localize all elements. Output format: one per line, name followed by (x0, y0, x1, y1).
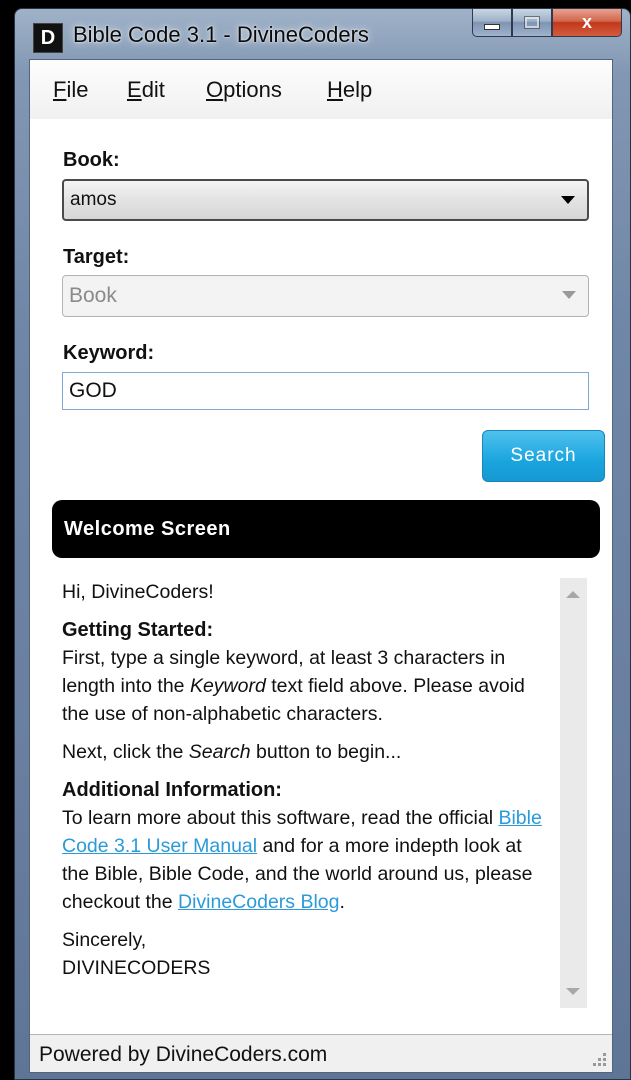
scroll-down-icon[interactable] (566, 988, 580, 995)
close-button[interactable]: x (552, 9, 622, 37)
signoff: Sincerely, (62, 929, 147, 951)
menu-file[interactable]: File (53, 77, 88, 103)
content-scrollbar[interactable] (560, 578, 587, 1008)
book-dropdown-value: amos (70, 189, 117, 210)
welcome-screen-header: Welcome Screen (52, 500, 600, 558)
status-bar: Powered by DivineCoders.com (30, 1034, 612, 1072)
title-bar[interactable]: D Bible Code 3.1 - DivineCoders x (15, 9, 630, 59)
scroll-up-icon[interactable] (566, 591, 580, 598)
menu-edit[interactable]: Edit (127, 77, 165, 103)
book-label: Book: (63, 149, 120, 171)
keyword-label: Keyword: (63, 342, 155, 364)
additional-info-heading: Additional Information: (62, 779, 282, 801)
signature: DIVINECODERS (62, 957, 211, 979)
additional-info-text: To learn more about this software, read … (62, 807, 542, 913)
getting-started-text: First, type a single keyword, at least 3… (62, 647, 525, 725)
dropdown-arrow-icon (561, 196, 575, 204)
maximize-button (512, 9, 552, 37)
window-title: Bible Code 3.1 - DivineCoders (73, 22, 369, 47)
menu-help[interactable]: Help (327, 77, 372, 103)
close-icon: x (581, 12, 592, 32)
target-dropdown-value: Book (69, 284, 117, 307)
minimize-icon (484, 23, 500, 30)
resize-grip-icon[interactable] (590, 1050, 606, 1066)
blog-link[interactable]: DivineCoders Blog (178, 891, 340, 913)
getting-started-heading: Getting Started: (62, 619, 214, 641)
greeting: Hi, DivineCoders! (62, 581, 214, 603)
target-label: Target: (63, 246, 130, 268)
app-logo-icon: D (33, 23, 63, 53)
menu-options[interactable]: Options (206, 77, 282, 103)
next-step-text: Next, click the Search button to begin..… (62, 741, 402, 763)
target-dropdown: Book (62, 275, 589, 317)
window-controls: x (472, 9, 622, 37)
search-button[interactable]: Search (482, 430, 605, 482)
maximize-icon (525, 17, 539, 28)
dropdown-arrow-icon (562, 291, 576, 299)
book-dropdown[interactable]: amos (62, 179, 589, 221)
client-area: File Edit Options Help Book: amos Target… (29, 59, 613, 1073)
status-text: Powered by DivineCoders.com (39, 1043, 328, 1066)
window-frame: D Bible Code 3.1 - DivineCoders x File E… (14, 8, 631, 1080)
minimize-button[interactable] (472, 9, 512, 37)
menu-bar: File Edit Options Help (30, 60, 612, 119)
welcome-content: Hi, DivineCoders! Getting Started: First… (62, 578, 554, 1008)
keyword-input[interactable] (62, 372, 589, 410)
